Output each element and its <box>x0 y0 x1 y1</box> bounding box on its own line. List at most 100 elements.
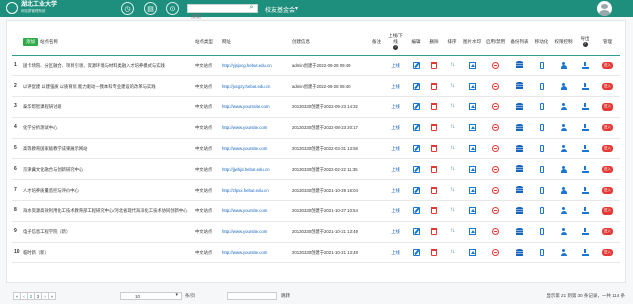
image-watermark-icon[interactable] <box>468 103 476 111</box>
online-link[interactable]: 上线 <box>384 138 407 160</box>
delete-icon[interactable] <box>431 186 437 194</box>
delete-icon[interactable] <box>431 124 437 132</box>
disable-icon[interactable] <box>492 207 499 215</box>
mobile-icon[interactable] <box>539 165 544 173</box>
mobile-icon[interactable] <box>539 124 544 132</box>
site-url-link[interactable]: http://www.yoursite.com <box>220 221 290 243</box>
manage-enter-button[interactable]: 进入 <box>602 144 613 153</box>
database-backup-icon[interactable] <box>516 186 523 195</box>
site-url-link[interactable]: http://zlpxx.hebut.edu.cn <box>220 179 290 202</box>
export-download-icon[interactable] <box>581 165 589 173</box>
site-url-link[interactable]: http://www.yoursite.com <box>220 138 290 160</box>
mobile-icon[interactable] <box>539 103 544 111</box>
pager-item[interactable]: » <box>48 292 56 300</box>
sort-arrows-icon[interactable]: ↑↓ <box>450 249 455 256</box>
database-backup-icon[interactable] <box>516 144 523 153</box>
jump-page-input[interactable] <box>227 292 277 300</box>
sites-icon[interactable]: ▤ <box>144 2 157 15</box>
delete-icon[interactable] <box>431 82 437 90</box>
jump-button[interactable]: 跳转 <box>281 293 290 299</box>
permission-user-icon[interactable] <box>560 124 567 132</box>
help-icon[interactable]: ? <box>582 42 588 48</box>
delete-icon[interactable] <box>431 103 437 111</box>
manage-enter-button[interactable]: 进入 <box>602 165 613 173</box>
database-backup-icon[interactable] <box>516 61 523 70</box>
image-watermark-icon[interactable] <box>468 186 476 194</box>
image-watermark-icon[interactable] <box>468 124 476 132</box>
database-backup-icon[interactable] <box>516 123 523 132</box>
mobile-icon[interactable] <box>539 61 544 69</box>
database-backup-icon[interactable] <box>516 206 523 215</box>
permission-user-icon[interactable] <box>560 249 567 257</box>
image-watermark-icon[interactable] <box>468 165 476 173</box>
edit-icon[interactable] <box>412 165 420 173</box>
add-site-button[interactable]: 添加 <box>23 37 38 46</box>
dashboard-icon[interactable]: ◷ <box>121 2 134 15</box>
search-icon[interactable]: ⌕ <box>246 4 257 13</box>
manage-enter-button[interactable]: 进入 <box>602 103 613 111</box>
sort-arrows-icon[interactable]: ↑↓ <box>450 145 455 152</box>
permission-user-icon[interactable] <box>560 207 567 215</box>
export-download-icon[interactable] <box>581 145 589 153</box>
online-link[interactable]: 上线 <box>384 200 407 222</box>
edit-icon[interactable] <box>412 207 420 215</box>
edit-icon[interactable] <box>412 186 420 194</box>
site-url-link[interactable]: http://www.yoursite.com <box>220 242 290 264</box>
manage-enter-button[interactable]: 进入 <box>602 124 613 132</box>
export-download-icon[interactable] <box>581 82 589 90</box>
disable-icon[interactable] <box>492 103 499 111</box>
image-watermark-icon[interactable] <box>468 145 476 153</box>
export-download-icon[interactable] <box>581 228 589 236</box>
help-icon[interactable]: ? <box>393 45 398 51</box>
mobile-icon[interactable] <box>539 228 544 236</box>
page-size-select[interactable]: 10 <box>120 292 182 300</box>
image-watermark-icon[interactable] <box>468 82 476 90</box>
disable-icon[interactable] <box>492 124 499 132</box>
university-logo[interactable]: 湖北工业大学 网站群管理系统 <box>6 2 57 14</box>
users-icon[interactable]: ⊙ <box>166 2 179 15</box>
sort-arrows-icon[interactable]: ↑↓ <box>450 103 455 110</box>
online-link[interactable]: 上线 <box>384 55 407 77</box>
manage-enter-button[interactable]: 进入 <box>602 186 613 194</box>
export-download-icon[interactable] <box>581 103 589 111</box>
site-url-link[interactable]: http://jxcgzy.hebut.edu.cn <box>220 75 290 98</box>
database-backup-icon[interactable] <box>516 82 523 91</box>
image-watermark-icon[interactable] <box>468 228 476 236</box>
delete-icon[interactable] <box>431 228 437 236</box>
permission-user-icon[interactable] <box>560 165 567 173</box>
sort-arrows-icon[interactable]: ↑↓ <box>450 62 455 69</box>
online-link[interactable]: 上线 <box>384 242 407 264</box>
image-watermark-icon[interactable] <box>468 249 476 257</box>
edit-icon[interactable] <box>412 145 420 153</box>
disable-icon[interactable] <box>492 228 499 236</box>
edit-icon[interactable] <box>412 61 420 69</box>
database-backup-icon[interactable] <box>516 165 523 174</box>
edit-icon[interactable] <box>412 103 420 111</box>
disable-icon[interactable] <box>492 249 499 257</box>
permission-user-icon[interactable] <box>560 228 567 236</box>
site-switch-chevron-icon[interactable]: ▾ <box>295 5 298 12</box>
export-download-icon[interactable] <box>581 124 589 132</box>
current-site-name[interactable]: 校友基金会 <box>265 5 295 14</box>
mobile-icon[interactable] <box>539 186 544 194</box>
edit-icon[interactable] <box>412 82 420 90</box>
site-url-link[interactable]: http://jjwhjd.hebut.edu.cn <box>220 158 290 181</box>
online-link[interactable]: 上线 <box>384 117 407 139</box>
image-watermark-icon[interactable] <box>468 207 476 215</box>
export-download-icon[interactable] <box>581 61 589 69</box>
image-watermark-icon[interactable] <box>468 61 476 69</box>
site-url-link[interactable]: http://www.yoursite.com <box>220 117 290 139</box>
sort-arrows-icon[interactable]: ↑↓ <box>450 83 455 90</box>
site-url-link[interactable]: http://www.yoursite.com <box>220 200 290 222</box>
mobile-icon[interactable] <box>539 249 544 257</box>
sort-arrows-icon[interactable]: ↑↓ <box>450 207 455 214</box>
edit-icon[interactable] <box>412 228 420 236</box>
disable-icon[interactable] <box>492 145 499 153</box>
online-link[interactable]: 上线 <box>384 96 407 118</box>
disable-icon[interactable] <box>492 61 499 69</box>
permission-user-icon[interactable] <box>560 145 567 153</box>
user-avatar[interactable] <box>597 1 612 16</box>
delete-icon[interactable] <box>431 145 437 153</box>
database-backup-icon[interactable] <box>516 227 523 236</box>
delete-icon[interactable] <box>431 61 437 69</box>
